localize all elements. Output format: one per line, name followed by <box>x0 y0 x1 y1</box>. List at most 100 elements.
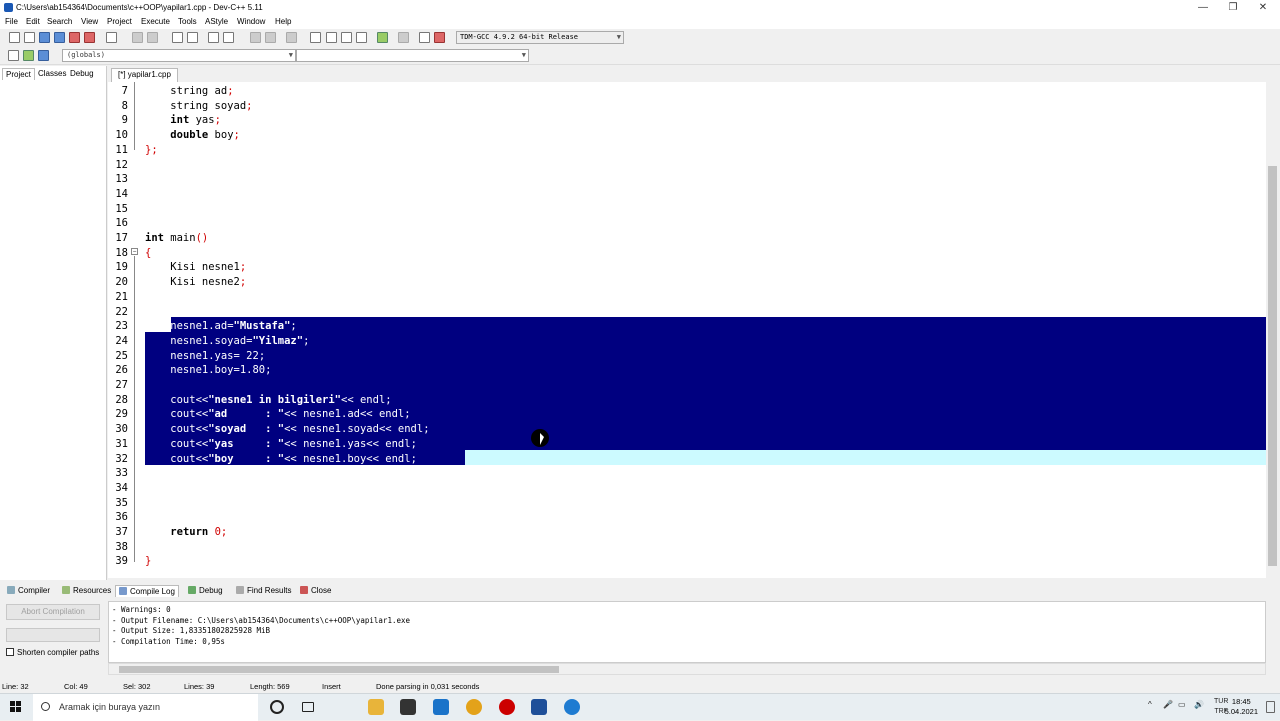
code-line[interactable]: 26 nesne1.boy=1.80; <box>108 363 1266 378</box>
edge-icon[interactable] <box>564 699 580 715</box>
debug-icon[interactable] <box>434 32 445 43</box>
goto-line-icon[interactable] <box>208 32 219 43</box>
menu-view[interactable]: View <box>81 17 98 26</box>
rebuild-icon[interactable] <box>356 32 367 43</box>
task-view-icon[interactable] <box>302 702 314 712</box>
tab-compiler[interactable]: Compiler <box>4 585 53 596</box>
code-line[interactable]: 33 <box>108 466 1266 481</box>
new-file-icon[interactable] <box>9 32 20 43</box>
taskbar-clock[interactable]: 18:45 5.04.2021 <box>1225 697 1258 717</box>
abort-compilation-button[interactable]: Abort Compilation <box>6 604 100 620</box>
code-line[interactable]: 7 string ad; <box>108 84 1266 99</box>
windows-start-icon[interactable] <box>10 701 22 713</box>
network-icon[interactable]: ▭ <box>1178 700 1186 709</box>
code-line[interactable]: 29 cout<<"ad : "<< nesne1.ad<< endl; <box>108 407 1266 422</box>
menu-file[interactable]: File <box>5 17 18 26</box>
maximize-button[interactable]: ❐ <box>1218 0 1248 16</box>
devcpp-taskbar-icon[interactable] <box>531 699 547 715</box>
chrome-icon[interactable] <box>466 699 482 715</box>
toggle-bookmark-icon[interactable] <box>23 50 34 61</box>
code-line[interactable]: 34 <box>108 481 1266 496</box>
tab-resources[interactable]: Resources <box>59 585 114 596</box>
close-window-button[interactable]: ✕ <box>1248 0 1278 16</box>
compile-log-output[interactable]: - Warnings: 0 - Output Filename: C:\User… <box>108 601 1266 663</box>
fold-toggle-icon[interactable]: − <box>131 248 138 255</box>
editor-tab-file[interactable]: [*] yapilar1.cpp <box>111 68 178 82</box>
code-line[interactable]: 10 double boy; <box>108 128 1266 143</box>
indent-icon[interactable] <box>223 32 234 43</box>
menu-window[interactable]: Window <box>237 17 265 26</box>
tab-find-results[interactable]: Find Results <box>233 585 294 596</box>
code-line[interactable]: 30 cout<<"soyad : "<< nesne1.soyad<< end… <box>108 422 1266 437</box>
code-line[interactable]: 16 <box>108 216 1266 231</box>
close-file-icon[interactable] <box>69 32 80 43</box>
store-icon[interactable] <box>400 699 416 715</box>
file-explorer-icon[interactable] <box>368 699 384 715</box>
code-line[interactable]: 13 <box>108 172 1266 187</box>
tab-classes[interactable]: Classes <box>35 68 69 79</box>
globals-combo[interactable]: (globals) ▼ <box>62 49 296 62</box>
compile-run-icon[interactable] <box>341 32 352 43</box>
notifications-icon[interactable] <box>1266 701 1275 713</box>
check-syntax-icon[interactable] <box>377 32 388 43</box>
menu-tools[interactable]: Tools <box>178 17 197 26</box>
cortana-icon[interactable] <box>270 700 284 714</box>
close-all-icon[interactable] <box>84 32 95 43</box>
tab-close[interactable]: Close <box>297 585 334 596</box>
stop-execution-icon[interactable] <box>398 32 409 43</box>
run-icon[interactable] <box>326 32 337 43</box>
minimize-button[interactable]: — <box>1188 0 1218 16</box>
tab-debug[interactable]: Debug <box>67 68 97 79</box>
code-line[interactable]: 38 <box>108 540 1266 555</box>
code-line[interactable]: 37 return 0; <box>108 525 1266 540</box>
scrollbar-thumb[interactable] <box>1268 166 1277 566</box>
save-icon[interactable] <box>39 32 50 43</box>
back-icon[interactable] <box>250 32 261 43</box>
tab-compile-log[interactable]: Compile Log <box>115 585 179 597</box>
print-icon[interactable] <box>106 32 117 43</box>
compiler-select[interactable]: TDM-GCC 4.9.2 64-bit Release ▼ <box>456 31 624 44</box>
replace-icon[interactable] <box>187 32 198 43</box>
code-line[interactable]: 19 Kisi nesne1; <box>108 260 1266 275</box>
code-line[interactable]: 20 Kisi nesne2; <box>108 275 1266 290</box>
menu-astyle[interactable]: AStyle <box>205 17 228 26</box>
microphone-icon[interactable]: 🎤 <box>1163 700 1173 709</box>
scrollbar-thumb[interactable] <box>119 666 559 673</box>
open-file-icon[interactable] <box>24 32 35 43</box>
tab-debug-output[interactable]: Debug <box>185 585 226 596</box>
code-line[interactable]: 21 <box>108 290 1266 305</box>
tab-project[interactable]: Project <box>2 68 35 80</box>
undo-icon[interactable] <box>132 32 143 43</box>
shorten-paths-option[interactable]: Shorten compiler paths <box>6 648 99 657</box>
code-line[interactable]: 14 <box>108 187 1266 202</box>
find-icon[interactable] <box>172 32 183 43</box>
code-line[interactable]: 39} <box>108 554 1266 569</box>
code-line[interactable]: 24 nesne1.soyad="Yilmaz"; <box>108 334 1266 349</box>
members-combo[interactable]: ▼ <box>296 49 529 62</box>
code-line[interactable]: 18 { <box>108 246 1266 261</box>
code-line[interactable]: 15 <box>108 202 1266 217</box>
code-line[interactable]: 25 nesne1.yas= 22; <box>108 349 1266 364</box>
code-line[interactable]: 28 cout<<"nesne1 in bilgileri"<< endl; <box>108 393 1266 408</box>
code-line[interactable]: 8 string soyad; <box>108 99 1266 114</box>
compile-icon[interactable] <box>310 32 321 43</box>
code-line[interactable]: 31 cout<<"yas : "<< nesne1.yas<< endl; <box>108 437 1266 452</box>
code-line[interactable]: 22 <box>108 305 1266 320</box>
forward-icon[interactable] <box>265 32 276 43</box>
code-line[interactable]: 36 <box>108 510 1266 525</box>
menu-edit[interactable]: Edit <box>26 17 40 26</box>
code-line[interactable]: 35 <box>108 496 1266 511</box>
log-horizontal-scrollbar[interactable] <box>108 663 1266 675</box>
menu-help[interactable]: Help <box>275 17 291 26</box>
code-line[interactable]: 23 nesne1.ad="Mustafa"; <box>108 319 1266 334</box>
goto-bookmark-icon[interactable] <box>38 50 49 61</box>
editor-vertical-scrollbar[interactable] <box>1266 82 1280 578</box>
redo-icon[interactable] <box>147 32 158 43</box>
taskbar-search-box[interactable]: Aramak için buraya yazın <box>33 694 258 721</box>
menu-project[interactable]: Project <box>107 17 132 26</box>
code-line[interactable]: 11}; <box>108 143 1266 158</box>
save-all-icon[interactable] <box>54 32 65 43</box>
code-line[interactable]: 9 int yas; <box>108 113 1266 128</box>
code-line[interactable]: 32 cout<<"boy : "<< nesne1.boy<< endl; <box>108 452 1266 467</box>
chevron-up-icon[interactable]: ^ <box>1148 700 1152 709</box>
